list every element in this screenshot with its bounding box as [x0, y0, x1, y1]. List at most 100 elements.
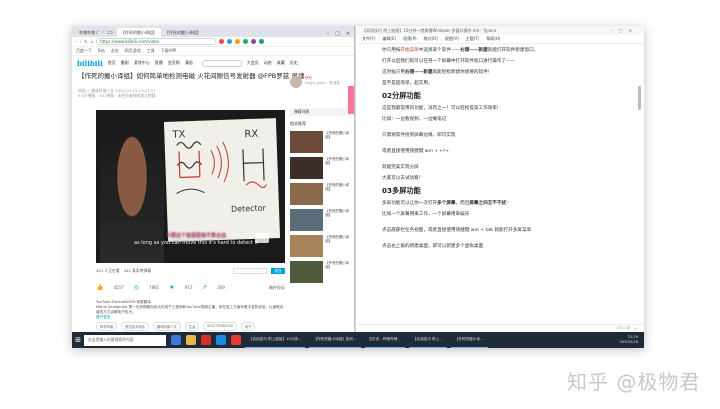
board-detector-label: Detector [231, 203, 267, 213]
windows-start-icon[interactable]: ⊞ [72, 332, 84, 348]
report-link[interactable]: 稿件投诉 [269, 285, 285, 291]
bilibili-logo[interactable]: bilibili [77, 59, 103, 68]
nav-item[interactable]: 直播 [155, 60, 163, 66]
recommend-thumbnail[interactable] [290, 235, 324, 257]
nav-item[interactable]: 番剧 [121, 60, 129, 66]
menu-item[interactable]: 编辑(E) [382, 36, 396, 42]
desc-more-link[interactable]: 展开更多 [96, 315, 285, 320]
app-icon[interactable] [201, 335, 211, 345]
send-button[interactable]: 发送 [271, 268, 285, 274]
extension-icon[interactable] [235, 39, 241, 44]
nav-item[interactable]: 动态 [264, 60, 272, 66]
recommend-title[interactable]: 【作死的搬小译组】 [325, 183, 352, 205]
recommend-thumbnail[interactable] [290, 131, 324, 153]
video-player[interactable]: TX RX Detector 只要这个装置距离不算太远 as long as y… [96, 110, 285, 263]
play-button[interactable] [255, 233, 269, 243]
recommend-thumbnail[interactable] [290, 157, 324, 179]
menu-item[interactable]: 视图(V) [445, 36, 459, 42]
list-item[interactable]: 【作死的搬小译组】 [290, 261, 352, 283]
recommend-thumbnail[interactable] [290, 183, 324, 205]
nav-item[interactable]: 游戏中心 [134, 60, 150, 66]
nav-item[interactable]: 漫画 [185, 60, 193, 66]
taskbar-search-input[interactable]: 在这里输入你要搜索的内容 [84, 334, 166, 346]
bookmark-item[interactable]: 百度一下 [76, 48, 92, 54]
recommend-title[interactable]: 【作死的搬小译组】 [325, 235, 352, 257]
extension-icon[interactable] [219, 39, 225, 44]
tag[interactable]: 科学科普 [96, 322, 118, 331]
list-item[interactable]: 【作死的搬小译组】 [290, 157, 352, 179]
window-controls[interactable]: –□✕ [611, 28, 644, 33]
tag[interactable]: 电子 [240, 322, 256, 331]
bookmark-item[interactable]: 网页游戏 [125, 48, 141, 54]
url-input[interactable]: https://www.bilibili.com/video [96, 38, 217, 45]
tag[interactable]: 趣味科普人文 [152, 322, 181, 331]
recommend-thumbnail[interactable] [290, 261, 324, 283]
player-bottom-bar: 441 人正在看 441 条实时弹幕 发送 [96, 266, 285, 276]
bookmark-item[interactable]: 工具 [147, 48, 155, 54]
document-content[interactable]: 你只用按开始菜单中选择某个软件——右键——新建就能打开软件新建窗口。 打开以后我… [382, 48, 627, 255]
taskbar-app[interactable]: 【实用技巧 附上链接】10分钟… [245, 332, 306, 348]
browser-tab[interactable]: 哔哩哔哩 (゜-゜)つ [75, 28, 117, 37]
nav-item[interactable]: 收藏 [277, 60, 285, 66]
paragraph: 这是我最常用的功能，没有之一！可以轻松提高工作效率! [382, 106, 499, 111]
file-explorer-icon[interactable] [186, 335, 196, 345]
bookmark-item[interactable]: 下载APP [161, 48, 177, 54]
app-icon[interactable] [216, 335, 226, 345]
bookmark-item[interactable]: 必应 [111, 48, 119, 54]
extension-icon[interactable] [227, 39, 233, 44]
home-icon[interactable]: ⌂ [91, 39, 94, 44]
coin-icon[interactable]: ◎ [134, 284, 139, 291]
source-mode-icon[interactable]: ‹/› [634, 327, 638, 331]
taskbar-app[interactable]: 文件夹 - 哔哩哔哩… [364, 332, 405, 348]
task-view-icon[interactable] [171, 335, 181, 345]
search-input[interactable] [201, 59, 242, 67]
list-item[interactable]: 【作死的搬小译组】 [290, 131, 352, 153]
extension-icon[interactable] [251, 39, 257, 44]
nav-item[interactable]: 会员购 [168, 60, 180, 66]
tag[interactable]: ELECTROBOOM [203, 322, 237, 331]
menu-item[interactable]: 帮助(H) [486, 36, 500, 42]
bookmark-item[interactable]: B站 [98, 48, 105, 54]
menu-item[interactable]: 格式(O) [424, 36, 438, 42]
extension-icon[interactable] [259, 39, 265, 44]
back-icon[interactable]: ‹ [75, 39, 77, 44]
taskbar-app[interactable]: 【作死的搬小译组】如何… [309, 332, 361, 348]
extension-icon[interactable] [243, 39, 249, 44]
browser-tab-active[interactable]: 【作死的搬小译组】 [116, 28, 161, 37]
taskbar-app[interactable]: 【实用技巧 附上… [408, 332, 447, 348]
share-icon[interactable]: ↗ [202, 284, 207, 291]
tag[interactable]: 生活 [184, 322, 200, 331]
system-clock[interactable]: 22:29 2020/5/16 [620, 335, 644, 345]
recommend-title[interactable]: 【作死的搬小译组】 [325, 209, 352, 231]
recommend-title[interactable]: 【作死的搬小译组】 [325, 261, 352, 283]
maximize-icon[interactable]: □ [335, 31, 340, 37]
forward-icon[interactable]: › [80, 39, 82, 44]
menu-item[interactable]: 文件(F) [362, 36, 375, 42]
scrollbar[interactable] [638, 86, 641, 110]
list-item[interactable]: 【作死的搬小译组】 [290, 235, 352, 257]
recommend-title[interactable]: 【作死的搬小译组】 [325, 131, 352, 153]
refresh-icon[interactable]: ↻ [84, 39, 87, 44]
side-float-bar[interactable] [348, 86, 354, 114]
taskbar-app[interactable]: 【作死的搬小译… [450, 332, 488, 348]
recommend-title[interactable]: 【作死的搬小译组】 [325, 157, 352, 179]
nav-item[interactable]: 首页 [108, 60, 116, 66]
app-icon[interactable] [231, 335, 241, 345]
minimize-icon[interactable]: – [327, 31, 330, 37]
recommend-thumbnail[interactable] [290, 209, 324, 231]
menu-item[interactable]: 主题(T) [466, 36, 480, 42]
nav-item[interactable]: 大会员 [247, 60, 259, 66]
subtitle-en: as long as you can move this it's hard t… [134, 240, 258, 246]
menu-item[interactable]: 段落(P) [403, 36, 417, 42]
nav-item[interactable]: 历史 [290, 60, 298, 66]
close-icon[interactable]: ✕ [346, 31, 350, 37]
list-item[interactable]: 【作死的搬小译组】 [290, 209, 352, 231]
avatar[interactable] [290, 76, 302, 88]
favorite-icon[interactable]: ★ [169, 284, 174, 291]
list-item[interactable]: 【作死的搬小译组】 [290, 183, 352, 205]
danmaku-list-toggle[interactable]: 弹幕列表 [290, 108, 352, 116]
like-icon[interactable]: 👍 [96, 284, 103, 291]
browser-tab[interactable]: 【作死的搬小译组】 [161, 28, 205, 37]
tag[interactable]: 野生技术协会 [121, 322, 149, 331]
danmaku-input[interactable] [233, 268, 267, 274]
